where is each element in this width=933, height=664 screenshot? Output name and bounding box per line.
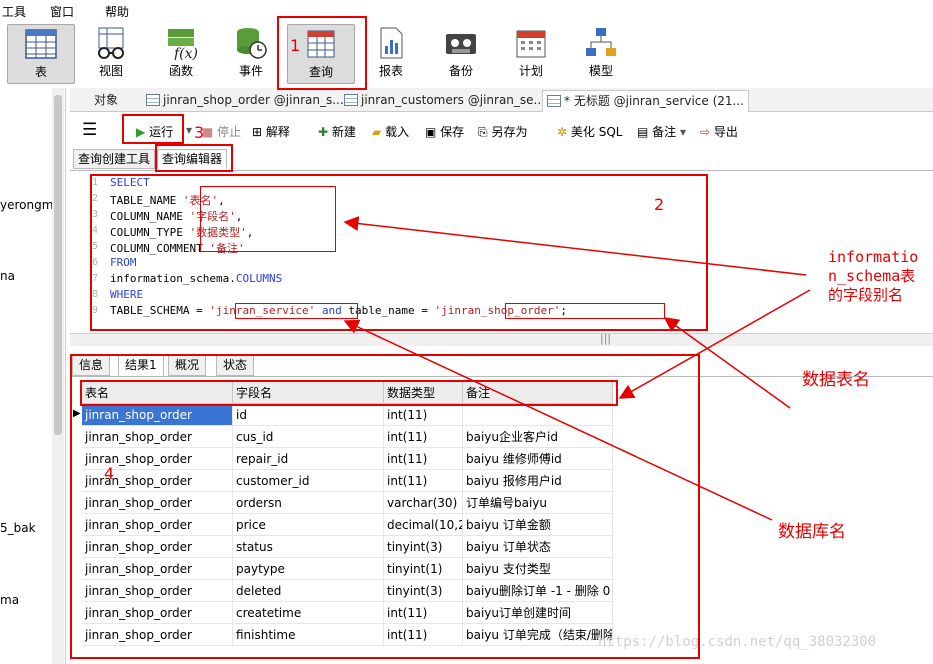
arrow-alias-to-headers: [618, 289, 811, 399]
annotation-alias-line: informatio: [828, 248, 919, 266]
annotation-arrows: [343, 216, 811, 521]
watermark-text: https://blog.csdn.net/qq_38032300: [598, 634, 877, 650]
annotation-number-2: 2: [654, 195, 665, 214]
arrow-database-name: [343, 319, 773, 521]
annotation-alias-line: n_schema表: [828, 267, 916, 285]
annotation-number-1: 1: [290, 36, 301, 55]
annotation-alias-note: informatio n_schema表 的字段别名: [828, 248, 918, 305]
arrow-table-name: [663, 317, 791, 409]
annotation-db-name-note: 数据库名: [778, 522, 846, 542]
annotation-alias-line: 的字段别名: [828, 286, 904, 304]
annotation-table-name-note: 数据表名: [802, 370, 870, 390]
annotation-number-3: 3: [194, 123, 205, 142]
annotation-number-4: 4: [104, 464, 115, 483]
arrow-alias-to-fields: [343, 216, 807, 276]
